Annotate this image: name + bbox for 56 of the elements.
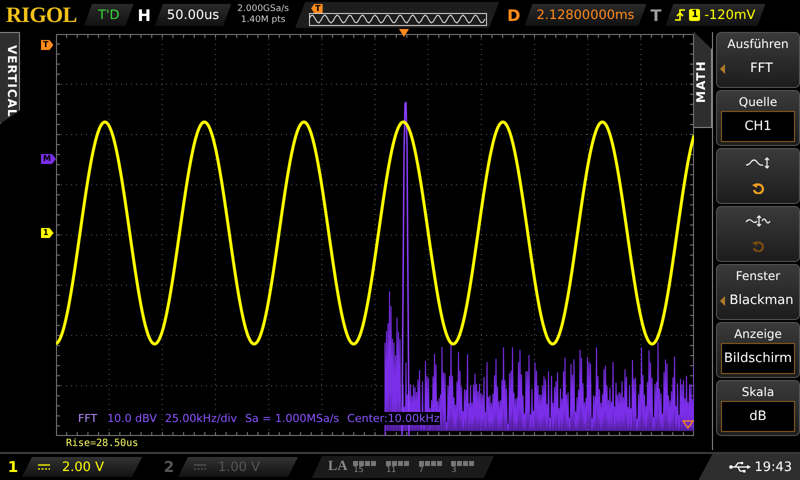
- brand-logo: RIGOL: [6, 2, 78, 28]
- triangle-marker-icon: [682, 420, 694, 429]
- rising-edge-icon: [675, 8, 686, 22]
- channel-scale[interactable]: 2.00 V: [22, 457, 142, 477]
- trigger-settings[interactable]: 1 -120mV: [665, 4, 766, 26]
- trigger-position-marker: T: [311, 4, 323, 13]
- option-value: Blackman: [728, 293, 795, 308]
- option-label: Fenster: [734, 268, 782, 285]
- menu-option[interactable]: Anzeige Bildschirm: [716, 322, 800, 378]
- trigger-label: T: [650, 6, 662, 24]
- logic-analyzer-label: LA: [328, 459, 348, 475]
- menu-option[interactable]: Quelle CH1: [716, 90, 800, 146]
- channel-group-number: 11: [386, 466, 398, 474]
- rise-time-measurement: Rise=28.50us: [66, 438, 140, 449]
- option-value: FFT: [749, 61, 774, 76]
- trigger-level-marker[interactable]: T: [41, 40, 54, 50]
- fft-scale: 10.0 dBV: [107, 412, 157, 425]
- fft-sample-rate: Sa = 1.000MSa/s: [245, 412, 340, 425]
- channel-offset-marker[interactable]: 1: [41, 228, 54, 238]
- left-arrow-icon: [720, 64, 725, 74]
- horizontal-label: H: [138, 6, 151, 24]
- channel-group-number: 7: [418, 466, 425, 474]
- channel-group-number: 3: [451, 466, 458, 474]
- delay-value[interactable]: 2.12800000ms: [524, 4, 646, 26]
- menu-option[interactable]: Skala dB: [716, 380, 800, 436]
- menu-option[interactable]: Ausführen FFT: [716, 32, 800, 88]
- delay-label: D: [507, 6, 520, 24]
- channel-group-number: 15: [353, 466, 365, 474]
- logic-analyzer-status[interactable]: LA 15 11 7 3: [312, 456, 494, 478]
- timebase-value[interactable]: 50.00us: [154, 4, 232, 26]
- fft-center: Center:10.00kHz: [347, 412, 440, 425]
- fft-span: 25.00kHz/div: [164, 412, 238, 425]
- option-label: Quelle: [738, 94, 778, 111]
- option-value: CH1: [721, 111, 795, 142]
- usb-icon: [728, 461, 751, 473]
- option-label: Ausführen: [726, 36, 790, 53]
- math-tab[interactable]: MATH: [694, 32, 712, 128]
- memory-depth: 1.40M pts: [240, 15, 286, 26]
- menu-option[interactable]: Fenster Blackman: [716, 264, 800, 320]
- run-status: T'D: [84, 4, 134, 26]
- option-label: Skala: [740, 384, 776, 401]
- dc-coupling-icon: [38, 463, 50, 471]
- channel-number[interactable]: 1: [4, 458, 22, 476]
- sample-rate: 2.000GSa/s: [237, 4, 289, 15]
- wave-offset-icon: [745, 157, 771, 170]
- left-arrow-icon: [720, 296, 725, 306]
- option-value: Bildschirm: [721, 343, 795, 374]
- offset-control[interactable]: [716, 148, 800, 204]
- option-label: Anzeige: [733, 326, 783, 343]
- trigger-source-badge: 1: [689, 9, 700, 21]
- trigger-level: -120mV: [704, 8, 756, 22]
- option-value: dB: [721, 401, 795, 432]
- wave-scale-icon: [745, 215, 771, 228]
- clock-time: 19:43: [754, 460, 792, 474]
- vertical-tab[interactable]: VERTICAL: [0, 32, 20, 124]
- dc-coupling-icon: [194, 463, 206, 471]
